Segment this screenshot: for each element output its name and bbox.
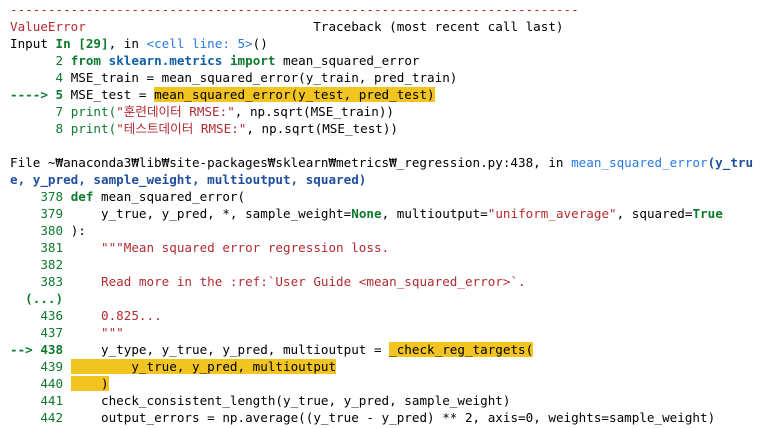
input-prefix: Input [10,36,56,51]
code-line-442: 442 output_errors = np.average((y_true -… [10,409,776,426]
line-number: 439 [40,359,64,374]
input-line-2: 2 from sklearn.metrics import mean_squar… [10,52,776,69]
line-number: 442 [40,410,64,425]
highlighted-code: _check_reg_targets( [389,342,534,357]
line-number: 4 [55,70,64,85]
current-line-arrow: ----> 5 [10,87,64,102]
docstring: """Mean squared error regression loss. [70,240,390,255]
line-number: 436 [40,308,64,323]
print-call: print( [70,104,117,119]
code-line-436: 436 0.825... [10,307,776,324]
error-header: ValueError Traceback (most recent call l… [10,18,776,35]
code-line-378: 378 def mean_squared_error( [10,188,776,205]
input-sep: , in [108,36,147,51]
code-text: mean_squared_error( [93,189,246,204]
line-number: 382 [40,257,64,272]
code-text: , multioutput= [381,206,488,221]
docstring: """ [70,325,124,340]
line-number: 441 [40,393,64,408]
highlighted-code: y_true, y_pred, multioutput [70,359,337,374]
code-text: ): [70,223,86,238]
code-text: , np.sqrt(MSE_test)) [246,121,399,136]
code-ellipsis: (...) [10,290,776,307]
code-line-379: 379 y_true, y_pred, *, sample_weight=Non… [10,205,776,222]
code-line-441: 441 check_consistent_length(y_true, y_pr… [10,392,776,409]
separator-dashes: ----------------------------------------… [10,2,579,17]
module-name: sklearn.metrics [101,53,223,68]
docstring: 0.825... [70,308,162,323]
code-text: , np.sqrt(MSE_train)) [234,104,395,119]
code-text: MSE_test = [70,87,155,102]
code-text: MSE_train = mean_squared_error(y_train, … [70,70,458,85]
traceback-title: Traceback (most recent call last) [313,19,564,34]
line-number: 2 [55,53,64,68]
keyword-def: def [70,189,94,204]
docstring: Read more in the :ref:`User Guide <mean_… [70,274,526,289]
input-line-5-current: ----> 5 MSE_test = mean_squared_error(y_… [10,86,776,103]
highlighted-code: mean_squared_error(y_test, pred_test) [154,87,435,102]
code-line-381: 381 """Mean squared error regression los… [10,239,776,256]
code-line-439: 439 y_true, y_pred, multioutput [10,358,776,375]
code-text: y_true, y_pred, *, sample_weight= [70,206,352,221]
input-location: Input In [29], in <cell line: 5>() [10,35,776,52]
function-link[interactable]: mean_squared_error [571,155,707,170]
ellipsis-marker: (...) [25,291,64,306]
line-number: 380 [40,223,64,238]
code-line-382: 382 [10,256,776,273]
input-line-7: 7 print("훈련데이터 RMSE:", np.sqrt(MSE_train… [10,103,776,120]
input-parens: () [252,36,268,51]
cell-line-link[interactable]: <cell line: 5> [147,36,253,51]
line-number: 7 [55,104,64,119]
code-text: , squared= [616,206,693,221]
import-name: mean_squared_error [275,53,420,68]
code-text: output_errors = np.average((y_true - y_p… [70,410,716,425]
keyword-import: import [222,53,276,68]
keyword-true: True [692,206,723,221]
keyword-from: from [70,53,102,68]
input-cell-label: In [29] [55,36,109,51]
keyword-none: None [351,206,382,221]
code-text: check_consistent_length(y_true, y_pred, … [70,393,511,408]
code-line-438-current: --> 438 y_type, y_true, y_pred, multiout… [10,341,776,358]
string-literal: "훈련데이터 RMSE:" [116,104,235,119]
code-line-380: 380 ): [10,222,776,239]
string-literal: "uniform_average" [487,206,617,221]
traceback-output: ----------------------------------------… [10,1,776,426]
input-line-4: 4 MSE_train = mean_squared_error(y_train… [10,69,776,86]
error-name: ValueError [10,19,86,34]
line-number: 381 [40,240,64,255]
function-args: (y_tru [707,155,754,170]
input-line-8: 8 print("테스트데이터 RMSE:", np.sqrt(MSE_test… [10,120,776,137]
line-number: 383 [40,274,64,289]
string-literal: "테스트데이터 RMSE:" [116,121,247,136]
file-sep: , in [533,155,572,170]
line-number: 437 [40,325,64,340]
print-call: print( [70,121,117,136]
line-number: 378 [40,189,64,204]
file-location-wrap: e, y_pred, sample_weight, multioutput, s… [10,172,367,187]
code-text: y_type, y_true, y_pred, multioutput = [70,342,390,357]
file-path-link[interactable]: File ~₩anaconda3₩lib₩site-packages₩sklea… [10,155,533,170]
line-number: 8 [55,121,64,136]
highlighted-code: ) [70,376,109,391]
code-line-437: 437 """ [10,324,776,341]
current-line-arrow: --> 438 [10,342,64,357]
file-location: File ~₩anaconda3₩lib₩site-packages₩sklea… [10,154,776,171]
code-line-440: 440 ) [10,375,776,392]
code-line-383: 383 Read more in the :ref:`User Guide <m… [10,273,776,290]
line-number: 440 [40,376,64,391]
line-number: 379 [40,206,64,221]
